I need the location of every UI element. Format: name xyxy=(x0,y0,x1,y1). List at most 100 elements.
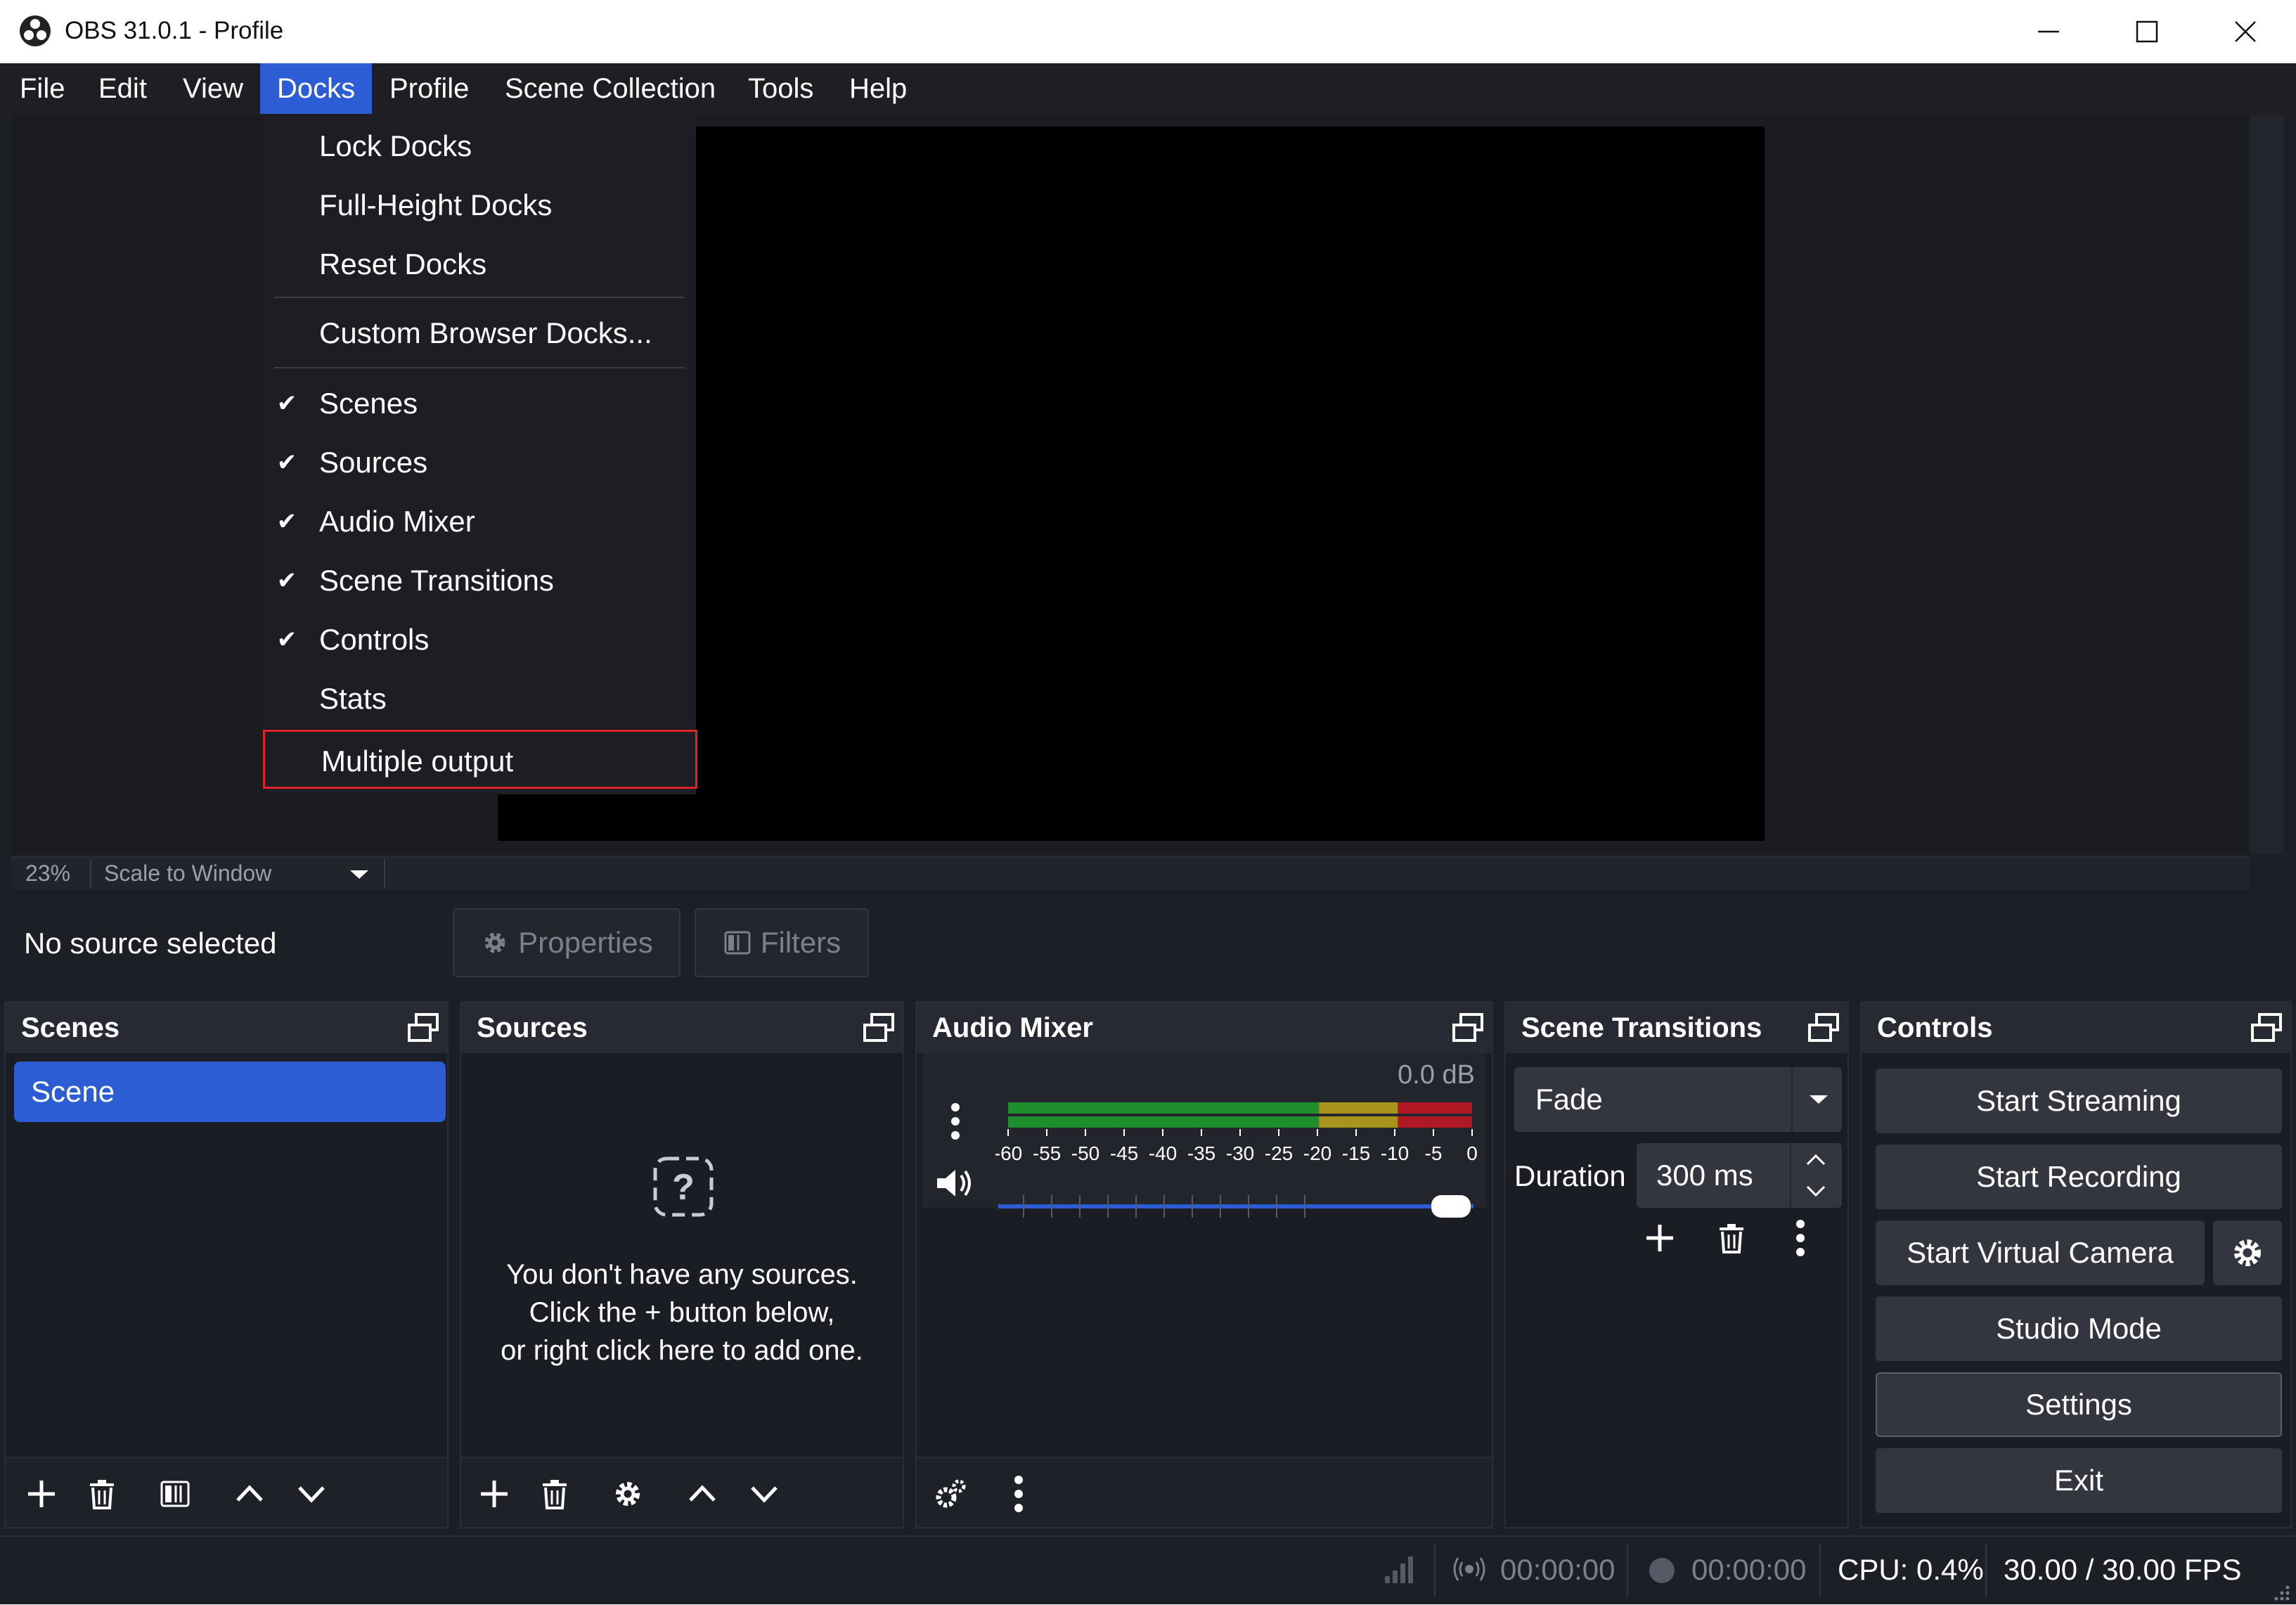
mute-button[interactable] xyxy=(931,1159,980,1208)
meter-segment xyxy=(1008,1116,1320,1128)
add-scene-button[interactable] xyxy=(17,1469,66,1519)
preview-scrollbar[interactable] xyxy=(2250,115,2283,853)
dock-title: Controls xyxy=(1877,1012,1993,1043)
divider xyxy=(1819,1544,1821,1597)
chevron-down-icon[interactable] xyxy=(349,869,370,884)
add-source-button[interactable] xyxy=(470,1469,519,1519)
scene-list-item[interactable]: Scene xyxy=(14,1062,446,1122)
add-transition-button[interactable] xyxy=(1635,1213,1684,1263)
undock-icon[interactable] xyxy=(1807,1012,1840,1043)
maximize-button[interactable] xyxy=(2098,0,2196,63)
menu-item-label: Lock Docks xyxy=(319,129,472,162)
scene-filters-button[interactable] xyxy=(150,1469,200,1519)
chevron-down-icon xyxy=(1810,1095,1828,1104)
docks-dropdown-menu: Lock Docks Full-Height Docks Reset Docks… xyxy=(263,114,697,794)
start-recording-button[interactable]: Start Recording xyxy=(1876,1145,2282,1209)
duration-value: 300 ms xyxy=(1656,1159,1753,1192)
divider xyxy=(384,859,385,887)
dock-title: Scenes xyxy=(21,1012,120,1043)
speaker-icon xyxy=(937,1170,971,1197)
transition-select-value: Fade xyxy=(1535,1083,1603,1116)
menu-item-sources[interactable]: ✔ Sources xyxy=(263,433,696,492)
menu-item-scene-transitions[interactable]: ✔ Scene Transitions xyxy=(263,551,696,610)
undock-icon[interactable] xyxy=(1451,1012,1485,1043)
menu-docks[interactable]: Docks xyxy=(260,63,373,114)
audio-level: 0.0 dB xyxy=(1398,1060,1475,1090)
volume-meter: -60 -55 -50 -45 -40 -35 -30 -25 -20 -15 -10 -5 0 xyxy=(995,1102,1478,1218)
start-virtual-camera-button[interactable]: Start Virtual Camera xyxy=(1876,1220,2205,1285)
menu-file[interactable]: File xyxy=(3,63,82,114)
move-source-up-button[interactable] xyxy=(678,1469,727,1519)
menu-item-label: Scenes xyxy=(319,387,418,420)
menu-item-custom-browser-docks[interactable]: Custom Browser Docks... xyxy=(263,304,696,363)
menu-item-reset-docks[interactable]: Reset Docks xyxy=(263,235,696,294)
source-toolbar xyxy=(0,897,2296,995)
menu-item-full-height-docks[interactable]: Full-Height Docks xyxy=(263,176,696,235)
resize-grip-icon[interactable] xyxy=(2271,1582,2290,1605)
menu-item-lock-docks[interactable]: Lock Docks xyxy=(263,117,696,176)
audio-channel-menu-button[interactable] xyxy=(931,1097,980,1146)
menu-tools[interactable]: Tools xyxy=(731,63,830,114)
virtual-camera-settings-button[interactable] xyxy=(2213,1220,2282,1285)
meter-segment xyxy=(1008,1102,1320,1114)
audio-menu-button[interactable] xyxy=(994,1469,1043,1519)
settings-button[interactable]: Settings xyxy=(1876,1372,2282,1437)
properties-button[interactable]: Properties xyxy=(453,908,681,977)
divider xyxy=(1434,1544,1436,1597)
menu-item-stats[interactable]: Stats xyxy=(263,669,696,728)
undock-icon[interactable] xyxy=(406,1012,440,1043)
remove-scene-button[interactable] xyxy=(77,1469,127,1519)
minimize-button[interactable] xyxy=(1999,0,2098,63)
meter-tick-label: -50 xyxy=(1071,1142,1099,1164)
audio-toolbar xyxy=(917,1457,1492,1527)
start-streaming-button[interactable]: Start Streaming xyxy=(1876,1069,2282,1133)
undock-icon[interactable] xyxy=(862,1012,896,1043)
dock-header: Scenes xyxy=(6,1003,447,1053)
chevron-up-icon[interactable] xyxy=(1804,1150,1828,1170)
menu-item-label: Stats xyxy=(319,682,387,715)
duration-spinbox[interactable]: 300 ms xyxy=(1637,1143,1842,1208)
menu-item-audio-mixer[interactable]: ✔ Audio Mixer xyxy=(263,492,696,551)
menu-item-scenes[interactable]: ✔ Scenes xyxy=(263,374,696,433)
question-icon: ? xyxy=(652,1156,714,1221)
menu-view[interactable]: View xyxy=(166,63,260,114)
close-button[interactable] xyxy=(2196,0,2295,63)
move-scene-down-button[interactable] xyxy=(287,1469,336,1519)
menu-scene-collection[interactable]: Scene Collection xyxy=(488,63,733,114)
dock-header: Scene Transitions xyxy=(1506,1003,1847,1053)
dock-header: Sources xyxy=(461,1003,903,1053)
meter-tick-label: -10 xyxy=(1381,1142,1409,1164)
menu-item-controls[interactable]: ✔ Controls xyxy=(263,610,696,669)
advanced-audio-button[interactable] xyxy=(927,1469,976,1519)
chevron-down-icon xyxy=(751,1486,778,1503)
dock-title: Audio Mixer xyxy=(932,1012,1093,1043)
menu-help[interactable]: Help xyxy=(832,63,924,114)
source-properties-button[interactable] xyxy=(603,1469,652,1519)
menu-separator xyxy=(274,367,685,368)
menu-edit[interactable]: Edit xyxy=(82,63,164,114)
dock-header: Audio Mixer xyxy=(917,1003,1492,1053)
meter-tick-label: -20 xyxy=(1303,1142,1331,1164)
filters-button[interactable]: Filters xyxy=(695,908,869,977)
menu-profile[interactable]: Profile xyxy=(373,63,486,114)
transition-menu-button[interactable] xyxy=(1776,1213,1825,1263)
zoom-level: 23% xyxy=(25,860,71,886)
undock-icon[interactable] xyxy=(2250,1012,2283,1043)
move-source-down-button[interactable] xyxy=(740,1469,789,1519)
volume-slider-handle[interactable] xyxy=(1431,1195,1471,1218)
exit-button[interactable]: Exit xyxy=(1876,1448,2282,1513)
transition-select[interactable]: Fade xyxy=(1514,1067,1842,1132)
chevron-up-icon xyxy=(689,1485,716,1502)
plus-icon xyxy=(481,1481,508,1507)
scale-mode-select[interactable]: Scale to Window xyxy=(104,856,271,890)
divider xyxy=(1791,1067,1793,1132)
meter-tick-label: -25 xyxy=(1265,1142,1293,1164)
studio-mode-button[interactable]: Studio Mode xyxy=(1876,1296,2282,1361)
remove-transition-button[interactable] xyxy=(1707,1213,1756,1263)
trash-icon xyxy=(1720,1224,1743,1253)
remove-source-button[interactable] xyxy=(530,1469,579,1519)
menu-item-multiple-output[interactable]: Multiple output xyxy=(263,730,697,789)
scene-transitions-dock: Scene Transitions Fade Duration 300 ms xyxy=(1504,1001,1849,1528)
chevron-down-icon[interactable] xyxy=(1804,1181,1828,1201)
move-scene-up-button[interactable] xyxy=(225,1469,274,1519)
